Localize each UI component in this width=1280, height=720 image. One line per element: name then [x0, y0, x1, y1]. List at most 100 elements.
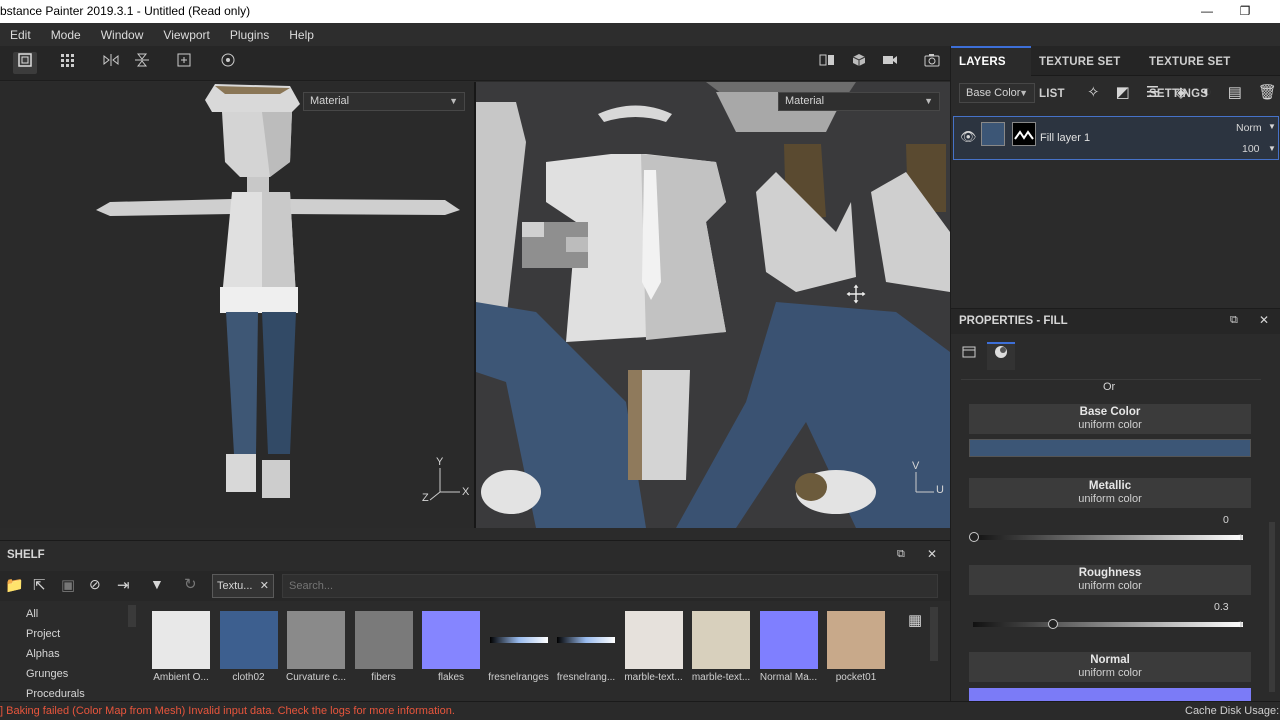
add-fill-layer-icon[interactable]: ◈	[1175, 83, 1187, 103]
add-folder-icon[interactable]: ▤	[1228, 83, 1242, 103]
roughness-channel[interactable]: Roughness uniform color	[969, 565, 1251, 595]
maximize-button[interactable]: ❐	[1222, 0, 1268, 23]
export-icon[interactable]: ⇥	[117, 576, 130, 594]
material-select-label: Material	[310, 95, 350, 107]
symmetry-x-icon[interactable]	[99, 52, 123, 74]
base-color-channel[interactable]: Base Color uniform color	[969, 404, 1251, 434]
menu-window[interactable]: Window	[91, 28, 154, 42]
grid-view-icon[interactable]: ▦	[908, 611, 922, 629]
shelf-item-thumbnail[interactable]	[557, 611, 615, 669]
undock-icon[interactable]: ⧉	[1230, 314, 1238, 327]
tab-texture-set-settings[interactable]: TEXTURE SET SETTINGS	[1149, 46, 1280, 100]
shelf-item-thumbnail[interactable]	[827, 611, 885, 669]
folder-icon[interactable]: 📁	[5, 576, 24, 594]
shelf-item-label: cloth02	[232, 672, 265, 683]
viewport-2d-material-select[interactable]: Material ▼	[778, 92, 940, 111]
menu-edit[interactable]: Edit	[0, 28, 41, 42]
roughness-slider-handle[interactable]	[1047, 619, 1058, 629]
eye-visibility-icon[interactable]: 👁	[960, 129, 977, 145]
display-cube-icon[interactable]	[847, 52, 871, 74]
properties-panel: Or Base Color uniform color Metallic uni…	[950, 334, 1280, 706]
tab-texture-set-list[interactable]: TEXTURE SET LIST	[1039, 46, 1143, 100]
category-all[interactable]: All	[26, 608, 38, 620]
chevron-down-icon: ▼	[1268, 122, 1276, 131]
hide-icon[interactable]: ⊘	[89, 576, 101, 593]
status-bar: ] Baking failed (Color Map from Mesh) In…	[0, 701, 1280, 720]
chevron-down-icon: ▼	[1268, 144, 1276, 153]
shelf-scrollbar[interactable]	[930, 607, 938, 661]
category-alphas[interactable]: Alphas	[26, 648, 60, 660]
viewport-3d[interactable]: Material ▼ Y X Z	[0, 82, 474, 528]
add-layer-icon[interactable]: ☰	[1146, 83, 1159, 103]
shelf-title: SHELF	[7, 549, 45, 561]
channel-select[interactable]: Base Color ▼	[959, 83, 1035, 103]
symmetry-y-icon[interactable]	[130, 52, 154, 74]
roughness-value[interactable]: 0.3	[1214, 601, 1229, 613]
menu-plugins[interactable]: Plugins	[220, 28, 279, 42]
normal-color-swatch[interactable]	[969, 688, 1251, 702]
add-frame-icon[interactable]	[172, 52, 196, 74]
roughness-slider[interactable]	[973, 622, 1243, 627]
shelf-item-thumbnail[interactable]	[489, 611, 548, 669]
shelf-item-thumbnail[interactable]	[422, 611, 480, 669]
channel-sub: uniform color	[1078, 493, 1142, 505]
shelf-item-label: marble-text...	[691, 672, 751, 683]
screenshot-camera-icon[interactable]	[920, 52, 944, 74]
menu-mode[interactable]: Mode	[41, 28, 91, 42]
import-icon[interactable]: ⇱	[33, 576, 46, 594]
layers-tab-row: LAYERS ✕ TEXTURE SET LIST TEXTURE SET SE…	[951, 46, 1280, 100]
delete-layer-icon[interactable]: 🗑	[1258, 83, 1277, 103]
add-effect-icon[interactable]: ◐	[1203, 83, 1212, 103]
mask-thumbnail[interactable]	[1012, 122, 1036, 146]
camera-reset-icon[interactable]	[216, 52, 240, 74]
magic-wand-icon[interactable]: ✧	[1087, 83, 1100, 103]
tab-layers[interactable]: LAYERS ✕	[951, 46, 1031, 96]
split-view-icon[interactable]	[815, 52, 839, 74]
shelf-item-thumbnail[interactable]	[759, 611, 818, 669]
shelf-item-thumbnail[interactable]	[692, 611, 750, 669]
properties-settings-icon[interactable]	[957, 344, 981, 368]
blend-mode-select[interactable]: Norm	[1236, 122, 1262, 134]
layout-single-icon[interactable]	[13, 52, 37, 74]
pipette-icon[interactable]: ◑	[1236, 529, 1244, 544]
category-grunges[interactable]: Grunges	[26, 668, 68, 680]
shelf-item-label: fresnelranges	[488, 672, 549, 683]
channel-name: Base Color	[1079, 406, 1141, 418]
shelf-item-thumbnail[interactable]	[354, 611, 413, 669]
tab-layers-label: LAYERS	[959, 56, 1006, 68]
normal-channel[interactable]: Normal uniform color	[969, 652, 1251, 682]
material-sphere-icon[interactable]	[987, 342, 1015, 370]
pipette-icon[interactable]: ◑	[1236, 616, 1244, 631]
category-project[interactable]: Project	[26, 628, 60, 640]
layer-row-fill-layer-1[interactable]: 👁 Fill layer 1 Norm ▼ 100 ▼	[953, 116, 1279, 160]
chevron-down-icon: ▼	[924, 96, 933, 106]
camera-video-icon[interactable]	[878, 52, 902, 74]
shelf-item-thumbnail[interactable]	[152, 611, 210, 669]
close-icon[interactable]: ✕	[927, 547, 937, 561]
fill-color-thumbnail[interactable]	[981, 122, 1005, 146]
shelf-item-thumbnail[interactable]	[624, 611, 683, 669]
viewport-2d[interactable]: Material ▼ V U	[476, 82, 950, 528]
save-icon[interactable]: ▣	[61, 576, 75, 594]
add-mask-icon[interactable]: ◩	[1116, 83, 1130, 103]
axis-u-label: U	[936, 484, 944, 496]
metallic-channel[interactable]: Metallic uniform color	[969, 478, 1251, 508]
menu-help[interactable]: Help	[279, 28, 324, 42]
menu-viewport[interactable]: Viewport	[153, 28, 219, 42]
close-icon[interactable]: ✕	[1259, 313, 1269, 327]
opacity-value[interactable]: 100	[1242, 143, 1260, 155]
base-color-swatch[interactable]	[969, 439, 1251, 457]
category-procedurals[interactable]: Procedurals	[26, 688, 85, 700]
shelf-item-thumbnail[interactable]	[219, 611, 278, 669]
metallic-value[interactable]: 0	[1223, 514, 1229, 526]
error-message[interactable]: ] Baking failed (Color Map from Mesh) In…	[0, 702, 455, 720]
channel-name: Normal	[1090, 654, 1130, 666]
chevron-down-icon: ▼	[1019, 88, 1028, 98]
metallic-slider-handle[interactable]	[969, 532, 979, 542]
viewport-3d-material-select[interactable]: Material ▼	[303, 92, 465, 111]
properties-scrollbar[interactable]	[1269, 522, 1275, 692]
shelf-item-thumbnail[interactable]	[287, 611, 345, 669]
layout-grid-icon[interactable]	[56, 52, 80, 74]
category-scrollbar[interactable]	[128, 605, 136, 627]
metallic-slider[interactable]	[973, 535, 1243, 540]
